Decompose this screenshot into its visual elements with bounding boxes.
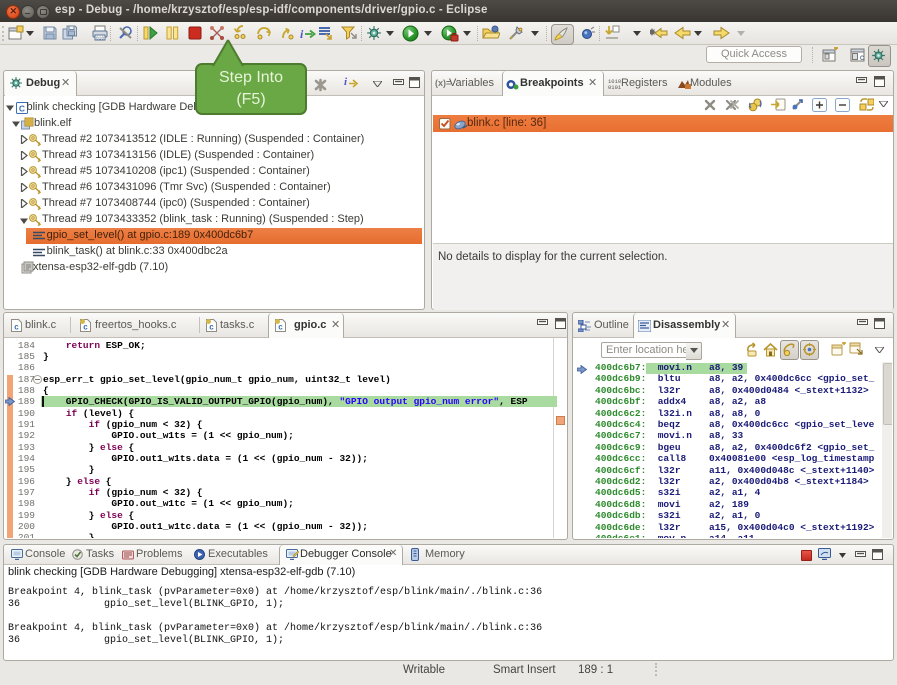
svg-text:C: C [18,104,24,114]
svg-text:C: C [860,56,865,62]
svg-text:010: 010 [96,36,104,42]
svg-text:c: c [14,324,19,333]
svg-text:c: c [83,324,88,333]
svg-text:c: c [209,324,214,333]
svg-text:c: c [278,324,283,333]
svg-text:0101: 0101 [608,84,622,89]
